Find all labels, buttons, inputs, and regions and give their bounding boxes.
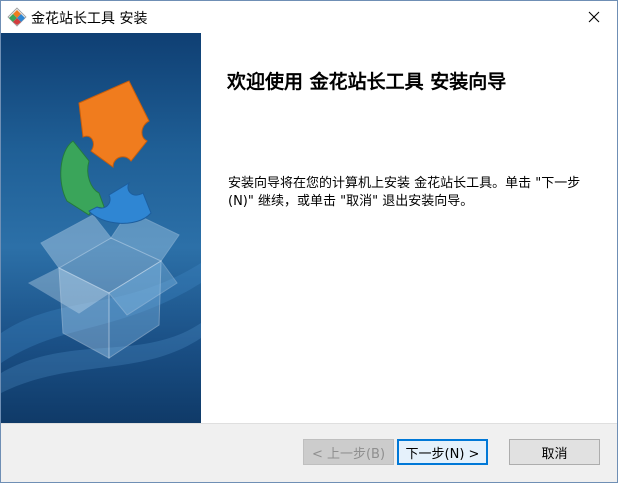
window-title: 金花站长工具 安装 bbox=[31, 11, 148, 27]
welcome-description: 安装向导将在您的计算机上安装 金花站长工具。单击 "下一步(N)" 继续，或单击… bbox=[228, 176, 581, 209]
wizard-content: 欢迎使用 金花站长工具 安装向导 安装向导将在您的计算机上安装 金花站长工具。单… bbox=[201, 33, 617, 423]
back-button[interactable]: < 上一步(B) bbox=[303, 439, 394, 465]
cancel-button[interactable]: 取消 bbox=[509, 439, 600, 465]
title-bar[interactable]: 金花站长工具 安装 bbox=[1, 1, 617, 33]
puzzle-graphic bbox=[60, 80, 152, 224]
installer-window: 金花站长工具 安装 欢迎使用 金花站长工具 安装向导 安装向导将在您的计算机上安… bbox=[0, 0, 618, 483]
next-button[interactable]: 下一步(N) > bbox=[397, 439, 488, 465]
close-button[interactable] bbox=[571, 1, 617, 32]
close-icon bbox=[588, 11, 600, 22]
page-title: 欢迎使用 金花站长工具 安装向导 bbox=[227, 71, 507, 93]
button-bar: < 上一步(B) 下一步(N) > 取消 bbox=[1, 423, 617, 482]
wizard-banner-image bbox=[1, 33, 201, 423]
installer-app-icon bbox=[7, 7, 27, 27]
